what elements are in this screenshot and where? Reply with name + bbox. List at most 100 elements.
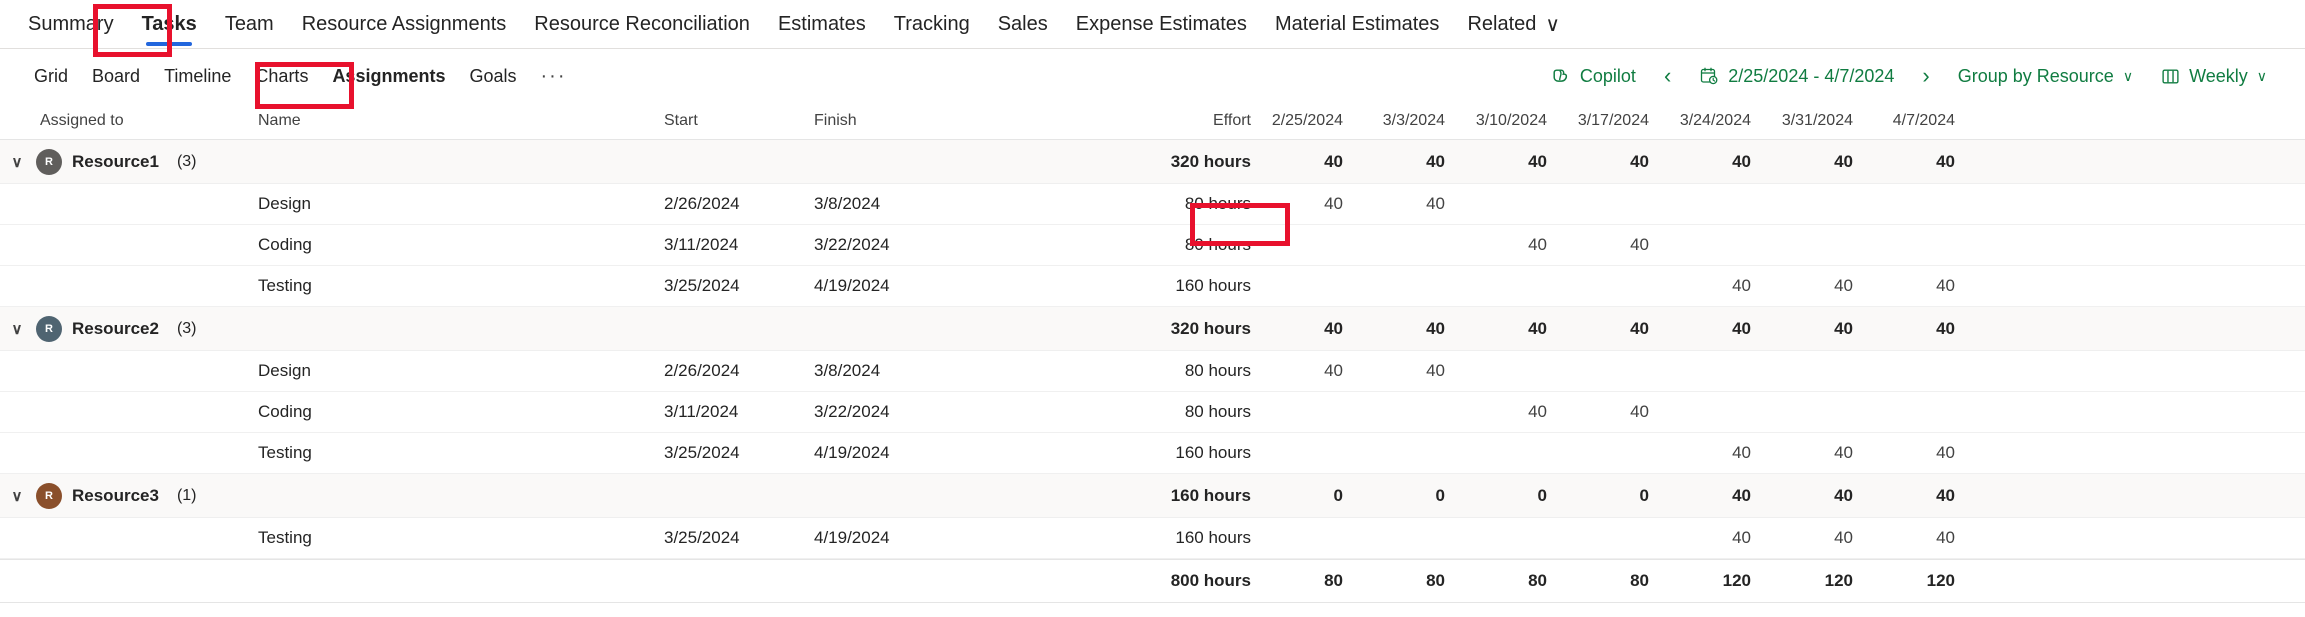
task-row[interactable]: Design 2/26/2024 3/8/2024 80 hours 40 40 (0, 351, 2305, 392)
group-week-cell[interactable]: 40 (1677, 152, 1779, 172)
group-week-cell[interactable]: 40 (1575, 319, 1677, 339)
task-name-cell: Design (258, 194, 311, 213)
view-command-bar: Grid Board Timeline Charts Assignments Goals ·… (0, 49, 2305, 103)
task-week-cell[interactable]: 40 (1473, 402, 1575, 422)
entity-tab-tracking[interactable]: Tracking (880, 0, 984, 49)
total-effort-cell: 800 hours (1170, 571, 1251, 590)
task-week-cell[interactable]: 40 (1779, 528, 1881, 548)
task-week-cell[interactable]: 40 (1269, 194, 1371, 214)
task-week-cell[interactable]: 40 (1575, 235, 1677, 255)
view-tab-board[interactable]: Board (80, 59, 152, 93)
group-week-cell[interactable]: 40 (1881, 152, 1983, 172)
resource-group-row[interactable]: ∨ R Resource1 (3) 320 hours 40 40 40 40 40 40 40 (0, 140, 2305, 184)
group-week-cell[interactable]: 40 (1371, 152, 1473, 172)
task-week-cell[interactable]: 40 (1779, 276, 1881, 296)
copilot-button[interactable]: Copilot (1538, 60, 1648, 93)
entity-tab-material-estimates[interactable]: Material Estimates (1261, 0, 1454, 49)
task-start-cell: 2/26/2024 (664, 361, 740, 380)
group-week-cell[interactable]: 40 (1269, 152, 1371, 172)
task-row[interactable]: Testing 3/25/2024 4/19/2024 160 hours 40 40 40 (0, 266, 2305, 307)
time-scale-label: Weekly (2189, 65, 2248, 86)
view-tab-assignments[interactable]: Assignments (320, 59, 457, 93)
task-week-cell[interactable]: 40 (1677, 528, 1779, 548)
task-row[interactable]: Testing 3/25/2024 4/19/2024 160 hours 40 40 40 (0, 518, 2305, 559)
expand-collapse-icon[interactable]: ∨ (0, 153, 34, 171)
task-week-cell[interactable]: 40 (1881, 528, 1983, 548)
task-row[interactable]: Coding 3/11/2024 3/22/2024 80 hours 40 40 (0, 225, 2305, 266)
entity-tab-resource-reconciliation[interactable]: Resource Reconciliation (520, 0, 764, 49)
task-week-cell[interactable]: 40 (1371, 361, 1473, 381)
group-week-cell[interactable]: 0 (1473, 486, 1575, 506)
view-tab-grid[interactable]: Grid (22, 59, 80, 93)
group-by-dropdown[interactable]: Group by Resource ∨ (1946, 60, 2145, 93)
entity-tab-estimates[interactable]: Estimates (764, 0, 880, 49)
resource-task-count: (3) (176, 152, 197, 170)
group-week-cell[interactable]: 40 (1881, 486, 1983, 506)
entity-tab-label: Material Estimates (1274, 12, 1440, 35)
group-week-cell[interactable]: 40 (1269, 319, 1371, 339)
resource-group-row[interactable]: ∨ R Resource2 (3) 320 hours 40 40 40 40 40 40 40 (0, 307, 2305, 351)
view-tab-charts[interactable]: Charts (243, 59, 320, 93)
column-header-week: 2/25/2024 (1271, 112, 1343, 129)
avatar: R (36, 148, 62, 175)
group-week-cell[interactable]: 40 (1881, 319, 1983, 339)
task-effort-cell: 160 hours (1175, 276, 1251, 295)
group-week-cell[interactable]: 40 (1473, 319, 1575, 339)
total-week-cell: 80 (1528, 571, 1547, 590)
task-week-cell[interactable]: 40 (1779, 443, 1881, 463)
total-week-cell: 120 (1722, 571, 1751, 590)
entity-tab-resource-assignments[interactable]: Resource Assignments (288, 0, 521, 49)
group-week-cell[interactable]: 0 (1269, 486, 1371, 506)
task-effort-cell: 160 hours (1175, 528, 1251, 547)
entity-tab-summary[interactable]: Summary (14, 0, 128, 49)
group-week-cell[interactable]: 0 (1371, 486, 1473, 506)
time-scale-dropdown[interactable]: Weekly ∨ (2149, 60, 2279, 93)
group-week-cell[interactable]: 40 (1779, 486, 1881, 506)
total-week-cell: 80 (1630, 571, 1649, 590)
next-period-button[interactable]: › (1910, 61, 1941, 91)
task-week-cell[interactable]: 40 (1677, 276, 1779, 296)
expand-collapse-icon[interactable]: ∨ (0, 320, 34, 338)
view-tab-goals[interactable]: Goals (457, 59, 528, 93)
task-week-cell[interactable]: 40 (1881, 443, 1983, 463)
task-finish-cell: 4/19/2024 (814, 528, 890, 547)
group-week-cell[interactable]: 40 (1473, 152, 1575, 172)
resource-task-count: (3) (176, 319, 197, 337)
entity-tab-tasks[interactable]: Tasks (128, 0, 211, 49)
task-week-cell[interactable]: 40 (1575, 402, 1677, 422)
resource-group-row[interactable]: ∨ R Resource3 (1) 160 hours 0 0 0 0 40 40 40 (0, 474, 2305, 518)
task-row[interactable]: Testing 3/25/2024 4/19/2024 160 hours 40 40 40 (0, 433, 2305, 474)
task-week-cell[interactable]: 40 (1371, 194, 1473, 214)
group-week-cell[interactable]: 40 (1677, 319, 1779, 339)
view-tab-timeline[interactable]: Timeline (152, 59, 243, 93)
entity-tab-sales[interactable]: Sales (984, 0, 1062, 49)
task-week-cell[interactable]: 40 (1269, 361, 1371, 381)
task-week-cell[interactable]: 40 (1473, 235, 1575, 255)
total-week-cell: 120 (1824, 571, 1853, 590)
task-week-cell[interactable]: 40 (1881, 276, 1983, 296)
entity-tab-team[interactable]: Team (211, 0, 288, 49)
total-week-cell: 80 (1426, 571, 1445, 590)
task-week-cell[interactable]: 40 (1677, 443, 1779, 463)
group-week-cell[interactable]: 40 (1779, 319, 1881, 339)
entity-tab-expense-estimates[interactable]: Expense Estimates (1062, 0, 1261, 49)
group-week-cell[interactable]: 40 (1779, 152, 1881, 172)
entity-tab-label: Estimates (777, 12, 866, 35)
date-range-picker[interactable]: 2/25/2024 - 4/7/2024 (1687, 60, 1906, 93)
group-week-cell[interactable]: 40 (1677, 486, 1779, 506)
entity-tab-related[interactable]: Related ∨ (1453, 0, 1574, 49)
group-week-cell[interactable]: 40 (1371, 319, 1473, 339)
resource-task-count: (1) (176, 486, 197, 504)
task-finish-cell: 4/19/2024 (814, 276, 890, 295)
task-row[interactable]: Design 2/26/2024 3/8/2024 80 hours 40 40 (0, 184, 2305, 225)
group-week-cell[interactable]: 40 (1575, 152, 1677, 172)
assigned-to-cell: R Resource2 (3) (34, 315, 234, 342)
group-week-cell[interactable]: 0 (1575, 486, 1677, 506)
view-tab-overflow[interactable]: ··· (529, 59, 579, 93)
task-row[interactable]: Coding 3/11/2024 3/22/2024 80 hours 40 40 (0, 392, 2305, 433)
previous-period-button[interactable]: ‹ (1652, 61, 1683, 91)
task-finish-cell: 4/19/2024 (814, 443, 890, 462)
task-effort-cell: 80 hours (1184, 235, 1251, 254)
entity-tab-label: Resource Assignments (301, 12, 507, 35)
expand-collapse-icon[interactable]: ∨ (0, 487, 34, 505)
